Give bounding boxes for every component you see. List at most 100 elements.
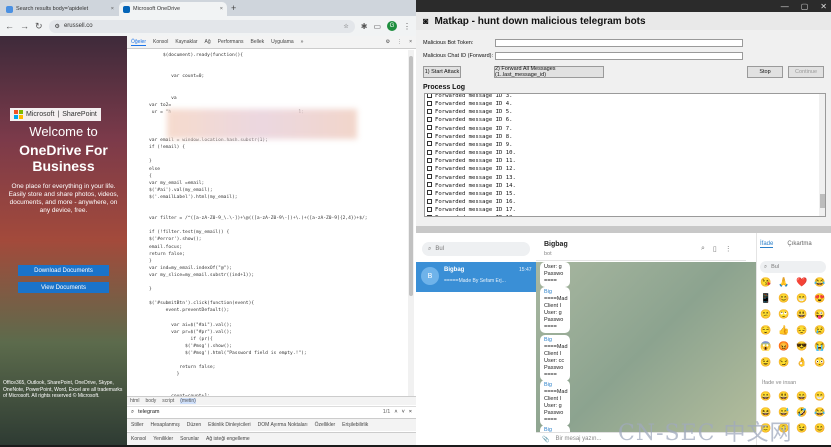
message-input[interactable]: Bir mesaj yazın... bbox=[555, 436, 601, 442]
new-tab-icon[interactable]: + bbox=[231, 3, 236, 13]
emoji-item[interactable]: 😍 bbox=[814, 293, 830, 304]
emoji-item[interactable]: 😳 bbox=[814, 357, 830, 368]
tab-network[interactable]: Ağ bbox=[205, 39, 211, 45]
emoji-item[interactable]: 😂 bbox=[814, 407, 830, 418]
emoji-item[interactable]: 😀 bbox=[760, 391, 776, 402]
tab-sources[interactable]: Kaynaklar bbox=[175, 39, 197, 45]
emoji-item[interactable]: 😔 bbox=[796, 325, 812, 336]
emoji-item[interactable]: 😱 bbox=[760, 341, 776, 352]
emoji-item[interactable]: 😌 bbox=[760, 325, 776, 336]
code-scrollbar-thumb[interactable] bbox=[409, 56, 413, 296]
tab-console[interactable]: Konsol bbox=[153, 39, 168, 45]
message-bubble[interactable]: Big ====Mad Client I User: g Passwo ==== bbox=[540, 380, 570, 426]
breadcrumb-script[interactable]: script bbox=[162, 398, 174, 404]
chat-id-field[interactable] bbox=[495, 52, 743, 60]
emoji-search[interactable]: ⌕ Bul bbox=[760, 261, 826, 273]
chat-search[interactable]: ⌕ Bul bbox=[422, 242, 530, 256]
tab-application[interactable]: Uygulama bbox=[271, 39, 294, 45]
stop-button[interactable]: Stop bbox=[747, 66, 783, 78]
emoji-item[interactable]: 😃 bbox=[796, 309, 812, 320]
tab-more[interactable]: » bbox=[301, 39, 304, 45]
continue-button[interactable]: Continue bbox=[788, 66, 824, 78]
chevron-down-icon[interactable]: ˅ bbox=[402, 409, 405, 415]
emoji-item[interactable]: 😉 bbox=[760, 357, 776, 368]
attach-icon[interactable]: 📎 bbox=[542, 436, 549, 443]
emoji-item[interactable]: 😊 bbox=[814, 423, 830, 434]
forward-icon[interactable]: → bbox=[20, 21, 29, 31]
styles-tab[interactable]: Düzen bbox=[187, 422, 201, 428]
download-documents-button[interactable]: Download Documents bbox=[18, 265, 109, 276]
log-scrollbar-thumb[interactable] bbox=[820, 194, 825, 208]
close-icon[interactable]: × bbox=[409, 409, 412, 415]
close-icon[interactable]: × bbox=[220, 6, 223, 12]
reload-icon[interactable]: ↻ bbox=[35, 21, 43, 31]
close-icon[interactable]: ✕ bbox=[820, 2, 827, 11]
forward-all-button[interactable]: 2) Forward All Messages (1..last_message… bbox=[494, 66, 604, 78]
message-bubble[interactable]: User: g Passwo ==== bbox=[540, 262, 570, 287]
message-bubble[interactable]: Big====MadClient I bbox=[540, 425, 570, 432]
styles-tab[interactable]: Erişilebilirlik bbox=[342, 422, 368, 428]
emoji-item[interactable]: 😁 bbox=[796, 293, 812, 304]
close-icon[interactable]: × bbox=[111, 6, 114, 12]
breadcrumb-text[interactable]: (metin) bbox=[180, 398, 196, 404]
emoji-item[interactable]: 😄 bbox=[796, 391, 812, 402]
chevron-up-icon[interactable]: ˄ bbox=[394, 409, 397, 415]
tab-emoji[interactable]: İfade bbox=[760, 241, 774, 248]
message-bubble[interactable]: Big ====Mad Client I User: g Passwo ==== bbox=[540, 287, 570, 333]
emoji-item[interactable]: 😘 bbox=[760, 277, 776, 288]
styles-tab[interactable]: Stiller bbox=[131, 422, 144, 428]
start-attack-button[interactable]: 1) Start Attack bbox=[423, 66, 461, 78]
back-icon[interactable]: ← bbox=[5, 21, 14, 31]
avatar[interactable]: G bbox=[387, 21, 397, 31]
bot-token-field[interactable] bbox=[495, 39, 743, 47]
tab-stickers[interactable]: Çıkartma bbox=[787, 241, 811, 248]
emoji-item[interactable]: 🙏 bbox=[778, 277, 794, 288]
search-input[interactable]: telegram bbox=[138, 409, 159, 415]
emoji-item[interactable]: 😂 bbox=[814, 277, 830, 288]
emoji-item[interactable]: 😏 bbox=[778, 357, 794, 368]
emoji-item[interactable]: 😭 bbox=[814, 341, 830, 352]
drawer-tab[interactable]: Yenilikler bbox=[153, 436, 173, 442]
url-field[interactable]: ⚙ erussell.co ☆ bbox=[48, 19, 355, 33]
emoji-item[interactable]: 😃 bbox=[778, 391, 794, 402]
message-bubble[interactable]: Big ====Mad Client I User: cc Passwo ==== bbox=[540, 335, 570, 381]
tab-onedrive[interactable]: Microsoft OneDrive × bbox=[119, 2, 227, 16]
tab-search-results[interactable]: Search results body='apidelet × bbox=[2, 2, 118, 16]
breadcrumb-html[interactable]: html bbox=[130, 398, 139, 404]
chat-title[interactable]: Bigbag bbox=[544, 241, 568, 248]
view-documents-button[interactable]: View Documents bbox=[18, 282, 109, 293]
emoji-item[interactable]: 📱 bbox=[760, 293, 776, 304]
breadcrumb-body[interactable]: body bbox=[145, 398, 156, 404]
emoji-item[interactable]: 😁 bbox=[814, 391, 830, 402]
close-icon[interactable]: × bbox=[409, 39, 412, 45]
source-code[interactable]: $(document).ready(function(){ var count=… bbox=[127, 50, 406, 402]
styles-tab[interactable]: DOM Ayırma Noktaları bbox=[258, 422, 308, 428]
minimize-icon[interactable]: — bbox=[781, 2, 789, 11]
tab-performance[interactable]: Performans bbox=[218, 39, 244, 45]
drawer-tab[interactable]: Sorunlar bbox=[180, 436, 199, 442]
menu-dots-icon[interactable]: ⋮ bbox=[397, 39, 402, 45]
maximize-icon[interactable]: ▢ bbox=[801, 2, 809, 11]
sidebar-icon[interactable]: ▭ bbox=[373, 22, 381, 31]
emoji-item[interactable]: 👍 bbox=[778, 325, 794, 336]
drawer-tab[interactable]: Ağ isteği engelleme bbox=[206, 436, 250, 442]
drawer-tab[interactable]: Konsol bbox=[131, 436, 146, 442]
emoji-item[interactable]: 😜 bbox=[814, 309, 830, 320]
tab-elements[interactable]: Öğeler bbox=[131, 39, 147, 46]
tab-memory[interactable]: Bellek bbox=[251, 39, 265, 45]
emoji-item[interactable]: 😕 bbox=[760, 309, 776, 320]
search-icon[interactable]: ⌕ bbox=[701, 245, 705, 253]
emoji-item[interactable]: 👌 bbox=[796, 357, 812, 368]
emoji-item[interactable]: 😉 bbox=[796, 423, 812, 434]
emoji-item[interactable]: 😢 bbox=[814, 325, 830, 336]
styles-tab[interactable]: Hesaplanmış bbox=[151, 422, 180, 428]
menu-dots-icon[interactable]: ⋮ bbox=[403, 22, 411, 31]
menu-dots-icon[interactable]: ⋮ bbox=[725, 245, 732, 253]
styles-tab[interactable]: Özellikler bbox=[315, 422, 336, 428]
styles-tab[interactable]: Etkinlik Dinleyicileri bbox=[208, 422, 251, 428]
emoji-item[interactable]: 😎 bbox=[796, 341, 812, 352]
sidebar-icon[interactable]: ▯ bbox=[713, 245, 717, 253]
emoji-item[interactable]: ❤️ bbox=[796, 277, 812, 288]
settings-gear-icon[interactable]: ⚙ bbox=[386, 39, 390, 45]
emoji-item[interactable]: 😊 bbox=[778, 293, 794, 304]
